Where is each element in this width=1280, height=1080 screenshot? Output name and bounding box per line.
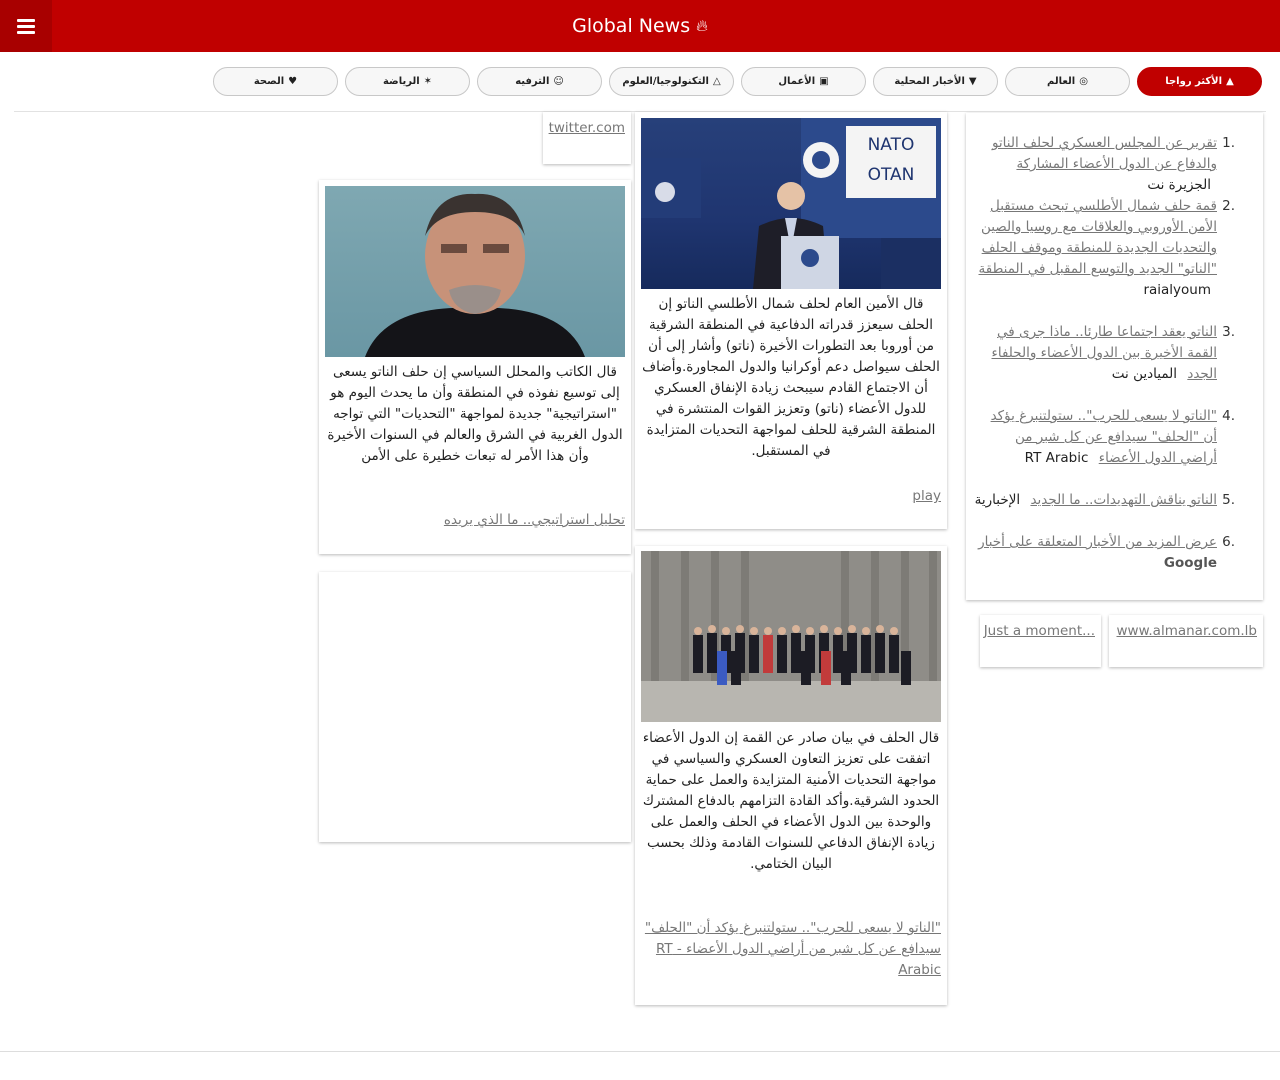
article-body: قال الكاتب والمحلل السياسي إن حلف الناتو…	[327, 364, 623, 464]
trending-item-source: الميادين نت	[1111, 366, 1178, 382]
briefcase-icon: ▣	[819, 76, 829, 87]
empty-card	[319, 572, 631, 842]
trending-item-number: 3.	[1222, 324, 1235, 340]
man-portrait-illustration	[365, 193, 585, 357]
tab-world[interactable]: العالم ◎	[1005, 67, 1130, 96]
article-link[interactable]: play	[912, 488, 941, 504]
twitter-link[interactable]: twitter.com	[549, 120, 625, 136]
trending-list-card: 1. تقرير عن المجلس العسكري لحلف الناتو و…	[966, 113, 1263, 600]
tab-science-tech-label: التكنولوجيا/العلوم	[622, 76, 709, 87]
tab-sports[interactable]: الرياضة ✶	[345, 67, 470, 96]
trending-item-number: 2.	[1222, 198, 1235, 214]
article-image[interactable]	[641, 551, 941, 722]
trending-item-link[interactable]: قمة حلف شمال الأطلسي تبحث مستقبل الأمن ا…	[979, 198, 1217, 277]
article-body: قال الأمين العام لحلف شمال الأطلسي النات…	[642, 296, 940, 459]
flask-icon: △	[712, 76, 721, 87]
trending-item-source: raialyoum	[1143, 282, 1211, 298]
tab-business[interactable]: الأعمال ▣	[741, 67, 866, 96]
trending-item: 3. الناتو يعقد اجتماعا طارئا.. ماذا جرى …	[966, 322, 1263, 406]
source-link[interactable]: www.almanar.com.lb	[1117, 623, 1258, 639]
article-image[interactable]: NATO OTAN	[641, 118, 941, 289]
trending-item-number: 4.	[1222, 408, 1235, 424]
google-news-label[interactable]: Google	[1164, 555, 1217, 571]
trending-item-source: الإخبارية	[974, 492, 1021, 508]
svg-text:OTAN: OTAN	[868, 165, 915, 185]
tab-world-label: العالم	[1047, 76, 1076, 87]
article-card: قال الحلف في بيان صادر عن القمة إن الدول…	[635, 546, 947, 1005]
fire-icon: ▲	[1226, 76, 1234, 87]
trending-item-source: الجزيرة نت	[1147, 177, 1211, 193]
trending-item-number: 1.	[1222, 135, 1235, 151]
trending-item-number: 5.	[1222, 492, 1235, 508]
trending-item: 6. عرض المزيد من الأخبار المتعلقة على أخ…	[966, 532, 1263, 574]
trending-item-link[interactable]: تقرير عن المجلس العسكري لحلف الناتو والد…	[992, 135, 1217, 172]
trending-item: 2. قمة حلف شمال الأطلسي تبحث مستقبل الأم…	[966, 196, 1263, 322]
tab-local[interactable]: الأخبار المحلية ▼	[873, 67, 998, 96]
trending-item-link[interactable]: عرض المزيد من الأخبار المتعلقة على أخبار	[978, 534, 1217, 550]
trending-item-link[interactable]: الناتو يناقش التهديدات.. ما الجديد	[1030, 492, 1217, 508]
article-card: قال الكاتب والمحلل السياسي إن حلف الناتو…	[319, 180, 631, 554]
tab-entertainment[interactable]: الترفيه ☺	[477, 67, 602, 96]
tab-trending[interactable]: الأكثر رواجا ▲	[1137, 67, 1262, 96]
category-tabs: الأكثر رواجا ▲ العالم ◎ الأخبار المحلية …	[0, 67, 1280, 97]
tab-entertainment-label: الترفيه	[515, 76, 550, 87]
article-link[interactable]: "الناتو لا يسعى للحرب".. ستولتنبرغ يؤكد …	[641, 918, 941, 981]
map-pin-icon: ▼	[968, 76, 977, 87]
article-body: قال الحلف في بيان صادر عن القمة إن الدول…	[642, 730, 940, 872]
source-link[interactable]: Just a moment...	[984, 623, 1095, 639]
article-image[interactable]	[325, 186, 625, 357]
twitter-link-card: twitter.com	[543, 112, 631, 164]
tab-business-label: الأعمال	[778, 76, 816, 87]
nato-press-conference-illustration: NATO OTAN	[641, 118, 941, 289]
source-link-card: www.almanar.com.lb	[1109, 615, 1263, 667]
hamburger-icon	[17, 16, 35, 37]
tab-local-label: الأخبار المحلية	[894, 76, 965, 87]
trending-item-source: RT Arabic	[1024, 450, 1089, 466]
trending-item: 1. تقرير عن المجلس العسكري لحلف الناتو و…	[966, 133, 1263, 196]
heartbeat-icon: ♥	[288, 76, 298, 87]
globe-icon: ◎	[1079, 76, 1088, 87]
svg-text:NATO: NATO	[868, 135, 915, 155]
article-card: NATO OTAN قال الأمين العام لحلف شمال الأ…	[635, 112, 947, 529]
tab-trending-label: الأكثر رواجا	[1165, 76, 1223, 87]
source-link-card: Just a moment...	[980, 615, 1101, 667]
tab-sports-label: الرياضة	[382, 76, 420, 87]
tab-science-tech[interactable]: التكنولوجيا/العلوم △	[609, 67, 734, 96]
running-icon: ✶	[423, 76, 433, 87]
trending-item: 4. "الناتو لا يسعى للحرب".. ستولتنبرغ يؤ…	[966, 406, 1263, 490]
trending-item-link[interactable]: الناتو يعقد اجتماعا طارئا.. ماذا جرى في …	[992, 324, 1218, 382]
top-bar	[0, 0, 1280, 52]
footer-divider	[0, 1051, 1280, 1052]
trending-list: 1. تقرير عن المجلس العسكري لحلف الناتو و…	[966, 133, 1263, 574]
menu-button[interactable]	[0, 0, 52, 52]
tab-health-label: الصحة	[253, 76, 285, 87]
article-link[interactable]: تحليل استراتيجي.. ما الذي يريده	[444, 512, 625, 528]
trending-item-number: 6.	[1222, 534, 1235, 550]
tab-health[interactable]: الصحة ♥	[213, 67, 338, 96]
theater-masks-icon: ☺	[553, 76, 564, 87]
trending-item: 5. الناتو يناقش التهديدات.. ما الجديد ال…	[966, 490, 1263, 532]
nato-family-photo-illustration	[641, 551, 941, 722]
